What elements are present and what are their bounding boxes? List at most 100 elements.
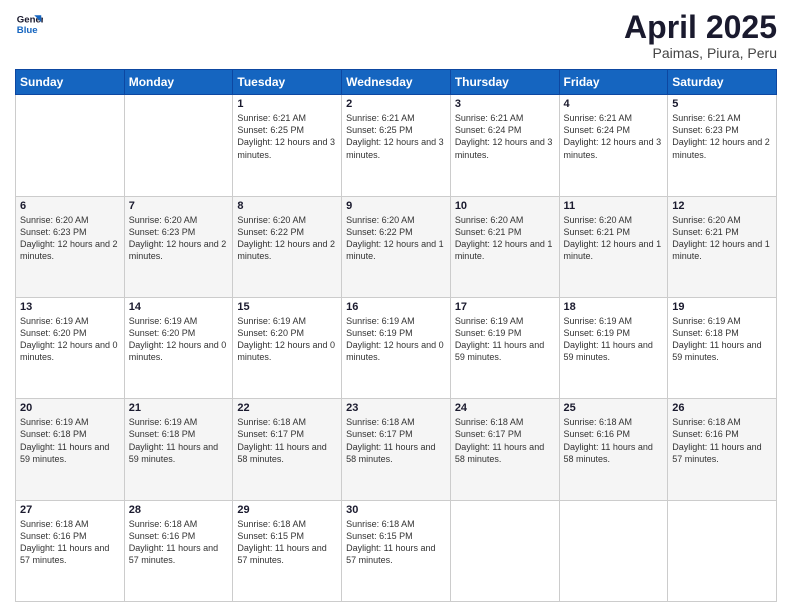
calendar-cell: 15Sunrise: 6:19 AM Sunset: 6:20 PM Dayli… — [233, 297, 342, 398]
calendar-cell: 11 Sunrise: 6:20 AM Sunset: 6:21 PM Dayli… — [559, 196, 668, 297]
calendar-cell: 26 Sunrise: 6:18 AM Sunset: 6:16 PM Dayli… — [668, 399, 777, 500]
day-number: 16 — [346, 301, 446, 313]
calendar-cell — [559, 500, 668, 601]
day-info: Sunrise: 6:18 AM Sunset: 6:16 PM Dayligh… — [564, 416, 664, 465]
weekday-header-wednesday: Wednesday — [342, 70, 451, 95]
day-info: Sunrise: 6:19 AM Sunset: 6:20 PM Dayligh… — [20, 315, 120, 364]
calendar-cell: 5 Sunrise: 6:21 AM Sunset: 6:23 PM Daylig… — [668, 95, 777, 196]
day-info: Sunrise: 6:20 AM Sunset: 6:21 PM Dayligh… — [455, 214, 555, 263]
weekday-header-row: SundayMondayTuesdayWednesdayThursdayFrid… — [16, 70, 777, 95]
day-number: 15 — [237, 301, 337, 313]
calendar-cell: 23 Sunrise: 6:18 AM Sunset: 6:17 PM Dayli… — [342, 399, 451, 500]
weekday-header-tuesday: Tuesday — [233, 70, 342, 95]
day-info: Sunrise: 6:18 AM Sunset: 6:17 PM Dayligh… — [237, 416, 337, 465]
calendar-cell: 13 Sunrise: 6:19 AM Sunset: 6:20 PM Dayli… — [16, 297, 125, 398]
weekday-header-sunday: Sunday — [16, 70, 125, 95]
day-number: 6 — [20, 200, 120, 212]
day-number: 1 — [237, 98, 337, 110]
calendar-cell — [450, 500, 559, 601]
day-info: Sunrise: 6:21 AM Sunset: 6:24 PM Dayligh… — [564, 112, 664, 161]
day-info: Sunrise: 6:18 AM Sunset: 6:16 PM Dayligh… — [672, 416, 772, 465]
day-number: 9 — [346, 200, 446, 212]
day-info: Sunrise: 6:21 AM Sunset: 6:25 PM Dayligh… — [237, 112, 337, 161]
calendar-cell: 10 Sunrise: 6:20 AM Sunset: 6:21 PM Dayli… — [450, 196, 559, 297]
week-row-2: 13 Sunrise: 6:19 AM Sunset: 6:20 PM Dayli… — [16, 297, 777, 398]
day-number: 17 — [455, 301, 555, 313]
day-info: Sunrise: 6:18 AM Sunset: 6:15 PM Dayligh… — [237, 518, 337, 567]
day-number: 23 — [346, 402, 446, 414]
calendar-cell: 3Sunrise: 6:21 AM Sunset: 6:24 PM Daylig… — [450, 95, 559, 196]
day-number: 11 — [564, 200, 664, 212]
calendar-title: April 2025 — [624, 10, 777, 45]
day-info: Sunrise: 6:18 AM Sunset: 6:16 PM Dayligh… — [129, 518, 229, 567]
day-info: Sunrise: 6:19 AM Sunset: 6:19 PM Dayligh… — [455, 315, 555, 364]
day-number: 19 — [672, 301, 772, 313]
calendar-cell: 29 Sunrise: 6:18 AM Sunset: 6:15 PM Dayli… — [233, 500, 342, 601]
calendar-cell — [668, 500, 777, 601]
week-row-4: 27 Sunrise: 6:18 AM Sunset: 6:16 PM Dayli… — [16, 500, 777, 601]
page: General Blue April 2025 Paimas, Piura, P… — [0, 0, 792, 612]
calendar-cell: 8Sunrise: 6:20 AM Sunset: 6:22 PM Daylig… — [233, 196, 342, 297]
calendar-cell — [124, 95, 233, 196]
header: General Blue April 2025 Paimas, Piura, P… — [15, 10, 777, 61]
day-info: Sunrise: 6:19 AM Sunset: 6:19 PM Dayligh… — [346, 315, 446, 364]
day-info: Sunrise: 6:19 AM Sunset: 6:19 PM Dayligh… — [564, 315, 664, 364]
calendar-cell: 1 Sunrise: 6:21 AM Sunset: 6:25 PM Daylig… — [233, 95, 342, 196]
week-row-3: 20 Sunrise: 6:19 AM Sunset: 6:18 PM Dayli… — [16, 399, 777, 500]
day-info: Sunrise: 6:20 AM Sunset: 6:23 PM Dayligh… — [129, 214, 229, 263]
day-info: Sunrise: 6:19 AM Sunset: 6:18 PM Dayligh… — [129, 416, 229, 465]
day-info: Sunrise: 6:18 AM Sunset: 6:17 PM Dayligh… — [455, 416, 555, 465]
day-number: 21 — [129, 402, 229, 414]
day-number: 26 — [672, 402, 772, 414]
day-number: 2 — [346, 98, 446, 110]
calendar-cell: 20Sunrise: 6:19 AM Sunset: 6:18 PM Dayli… — [16, 399, 125, 500]
day-number: 25 — [564, 402, 664, 414]
day-info: Sunrise: 6:18 AM Sunset: 6:15 PM Dayligh… — [346, 518, 446, 567]
calendar-cell: 27Sunrise: 6:18 AM Sunset: 6:16 PM Dayli… — [16, 500, 125, 601]
day-number: 12 — [672, 200, 772, 212]
calendar-cell — [16, 95, 125, 196]
day-number: 7 — [129, 200, 229, 212]
calendar-cell: 19 Sunrise: 6:19 AM Sunset: 6:18 PM Dayli… — [668, 297, 777, 398]
calendar-cell: 14Sunrise: 6:19 AM Sunset: 6:20 PM Dayli… — [124, 297, 233, 398]
week-row-1: 6 Sunrise: 6:20 AM Sunset: 6:23 PM Daylig… — [16, 196, 777, 297]
calendar-cell: 30 Sunrise: 6:18 AM Sunset: 6:15 PM Dayli… — [342, 500, 451, 601]
weekday-header-saturday: Saturday — [668, 70, 777, 95]
day-number: 3 — [455, 98, 555, 110]
day-info: Sunrise: 6:20 AM Sunset: 6:22 PM Dayligh… — [346, 214, 446, 263]
day-number: 20 — [20, 402, 120, 414]
weekday-header-friday: Friday — [559, 70, 668, 95]
day-number: 30 — [346, 504, 446, 516]
day-number: 27 — [20, 504, 120, 516]
calendar-cell: 21 Sunrise: 6:19 AM Sunset: 6:18 PM Dayli… — [124, 399, 233, 500]
calendar-cell: 16 Sunrise: 6:19 AM Sunset: 6:19 PM Dayli… — [342, 297, 451, 398]
calendar-cell: 12 Sunrise: 6:20 AM Sunset: 6:21 PM Dayli… — [668, 196, 777, 297]
day-number: 13 — [20, 301, 120, 313]
title-block: April 2025 Paimas, Piura, Peru — [624, 10, 777, 61]
calendar-table: SundayMondayTuesdayWednesdayThursdayFrid… — [15, 69, 777, 602]
calendar-cell: 17 Sunrise: 6:19 AM Sunset: 6:19 PM Dayli… — [450, 297, 559, 398]
calendar-cell: 2Sunrise: 6:21 AM Sunset: 6:25 PM Daylig… — [342, 95, 451, 196]
day-info: Sunrise: 6:19 AM Sunset: 6:18 PM Dayligh… — [672, 315, 772, 364]
calendar-cell: 25 Sunrise: 6:18 AM Sunset: 6:16 PM Dayli… — [559, 399, 668, 500]
calendar-cell: 9 Sunrise: 6:20 AM Sunset: 6:22 PM Daylig… — [342, 196, 451, 297]
day-number: 10 — [455, 200, 555, 212]
day-number: 24 — [455, 402, 555, 414]
day-info: Sunrise: 6:20 AM Sunset: 6:21 PM Dayligh… — [564, 214, 664, 263]
day-number: 4 — [564, 98, 664, 110]
calendar-cell: 7 Sunrise: 6:20 AM Sunset: 6:23 PM Daylig… — [124, 196, 233, 297]
day-number: 29 — [237, 504, 337, 516]
day-number: 5 — [672, 98, 772, 110]
calendar-cell: 4 Sunrise: 6:21 AM Sunset: 6:24 PM Daylig… — [559, 95, 668, 196]
calendar-cell: 22Sunrise: 6:18 AM Sunset: 6:17 PM Dayli… — [233, 399, 342, 500]
weekday-header-thursday: Thursday — [450, 70, 559, 95]
logo-icon: General Blue — [15, 10, 43, 38]
day-info: Sunrise: 6:20 AM Sunset: 6:22 PM Dayligh… — [237, 214, 337, 263]
day-info: Sunrise: 6:20 AM Sunset: 6:21 PM Dayligh… — [672, 214, 772, 263]
calendar-cell: 24 Sunrise: 6:18 AM Sunset: 6:17 PM Dayli… — [450, 399, 559, 500]
day-number: 14 — [129, 301, 229, 313]
day-info: Sunrise: 6:18 AM Sunset: 6:17 PM Dayligh… — [346, 416, 446, 465]
day-info: Sunrise: 6:21 AM Sunset: 6:23 PM Dayligh… — [672, 112, 772, 161]
calendar-cell: 18Sunrise: 6:19 AM Sunset: 6:19 PM Dayli… — [559, 297, 668, 398]
day-number: 28 — [129, 504, 229, 516]
